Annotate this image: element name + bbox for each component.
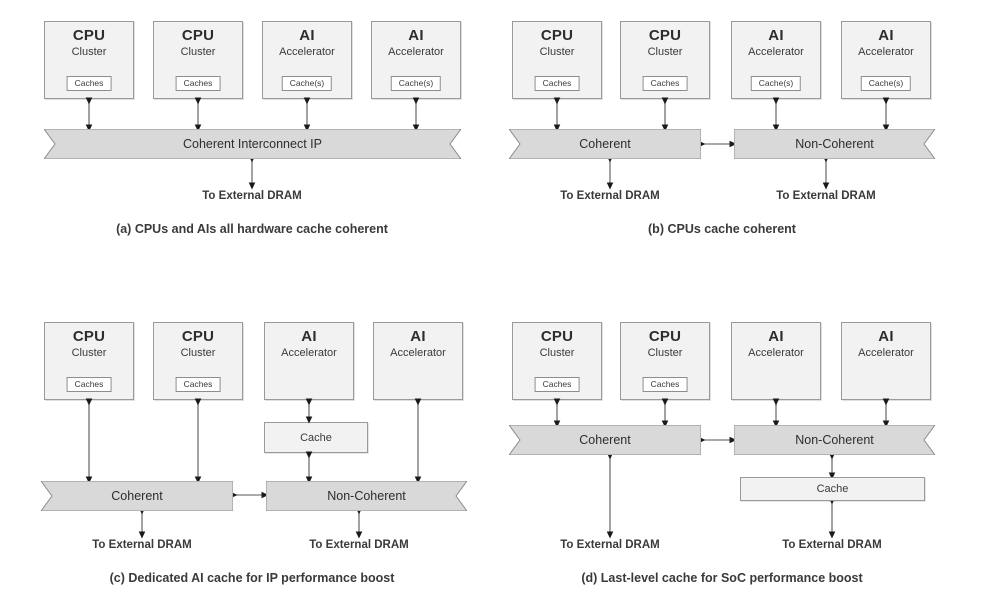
banner-label: Non-Coherent bbox=[795, 433, 874, 447]
connector-arrows bbox=[553, 398, 890, 539]
banner-coherent: Coherent bbox=[509, 425, 701, 455]
last-level-cache: Cache bbox=[740, 477, 925, 501]
dram-label: To External DRAM bbox=[782, 539, 882, 551]
banner-label: Non-Coherent bbox=[795, 137, 874, 151]
dram-label: To External DRAM bbox=[560, 539, 660, 551]
banner-label: Coherent bbox=[579, 137, 631, 151]
banner-non-coherent: Non-Coherent bbox=[734, 425, 935, 455]
banner-label: Coherent Interconnect IP bbox=[183, 137, 322, 151]
panel-caption: (d) Last-level cache for SoC performance… bbox=[581, 571, 863, 585]
banner-label: Non-Coherent bbox=[327, 489, 406, 503]
banner-label: Coherent bbox=[111, 489, 163, 503]
cache-label: Cache bbox=[816, 483, 849, 495]
banner-label: Coherent bbox=[579, 433, 631, 447]
figure-root: CPU Cluster Caches CPU Cluster Caches AI… bbox=[0, 0, 1004, 603]
